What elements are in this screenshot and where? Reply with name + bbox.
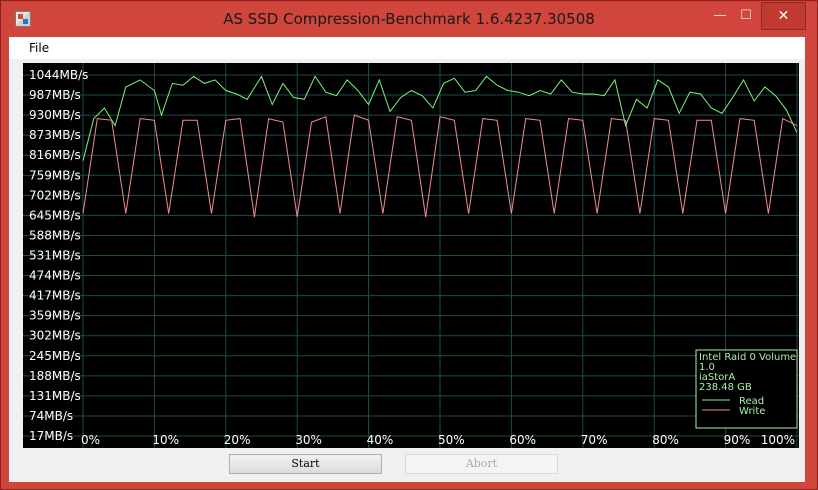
close-button[interactable]: ✕ [761, 2, 806, 30]
x-tick-label: 0% [81, 433, 100, 447]
y-tick-label: 188MB/s [29, 369, 81, 383]
y-tick-label: 74MB/s [29, 409, 73, 423]
minimize-button[interactable]: — [706, 2, 734, 30]
app-window: AS SSD Compression-Benchmark 1.6.4237.30… [0, 0, 818, 490]
x-axis-labels: 0% 10% 20% 30% 40% 50% 60% 70% 80% 90% 100% [81, 433, 795, 447]
legend-write-label: Write [739, 406, 765, 417]
y-tick-label: 645MB/s [29, 208, 81, 222]
benchmark-chart: 1044MB/s 987MB/s 930MB/s 873MB/s 816MB/s 759M… [23, 63, 799, 448]
title-bar[interactable]: AS SSD Compression-Benchmark 1.6.4237.30… [1, 1, 817, 37]
y-tick-label: 245MB/s [29, 349, 81, 363]
maximize-button[interactable]: ☐ [732, 2, 760, 30]
y-tick-label: 1044MB/s [29, 68, 88, 82]
y-tick-label: 816MB/s [29, 148, 81, 162]
y-tick-label: 474MB/s [29, 269, 81, 283]
y-tick-label: 131MB/s [29, 389, 81, 403]
y-tick-label: 17MB/s [29, 429, 73, 443]
y-tick-label: 702MB/s [29, 188, 81, 202]
chart-canvas: 1044MB/s 987MB/s 930MB/s 873MB/s 816MB/s 759M… [23, 63, 799, 448]
start-button[interactable]: Start [229, 454, 382, 474]
chart-legend: Intel Raid 0 Volume 1.0 iaStorA 238.48 G… [695, 349, 798, 429]
y-tick-label: 588MB/s [29, 228, 81, 242]
x-tick-label: 70% [581, 433, 608, 447]
y-tick-label: 930MB/s [29, 108, 81, 122]
legend-size: 238.48 GB [699, 382, 752, 393]
x-tick-label: 60% [509, 433, 536, 447]
y-tick-label: 302MB/s [29, 329, 81, 343]
x-tick-label: 80% [652, 433, 679, 447]
window-title: AS SSD Compression-Benchmark 1.6.4237.30… [223, 10, 595, 28]
y-tick-label: 531MB/s [29, 249, 81, 263]
y-tick-label: 759MB/s [29, 168, 81, 182]
x-tick-label: 40% [367, 433, 394, 447]
x-tick-label: 50% [438, 433, 465, 447]
x-tick-label: 20% [224, 433, 251, 447]
menu-file[interactable]: File [29, 41, 49, 55]
x-tick-label: 100% [761, 433, 795, 447]
x-tick-label: 30% [295, 433, 322, 447]
y-tick-label: 987MB/s [29, 88, 81, 102]
x-tick-label: 90% [724, 433, 751, 447]
menu-bar: File [9, 37, 805, 59]
y-axis-labels: 1044MB/s 987MB/s 930MB/s 873MB/s 816MB/s 759M… [29, 68, 88, 443]
x-tick-label: 10% [152, 433, 179, 447]
y-tick-label: 417MB/s [29, 289, 81, 303]
abort-button[interactable]: Abort [405, 454, 558, 474]
y-tick-label: 359MB/s [29, 309, 81, 323]
y-tick-label: 873MB/s [29, 128, 81, 142]
client-area: File 1044MB/s 987MB/s 930MB/s 873MB/s 816MB/… [9, 37, 805, 482]
